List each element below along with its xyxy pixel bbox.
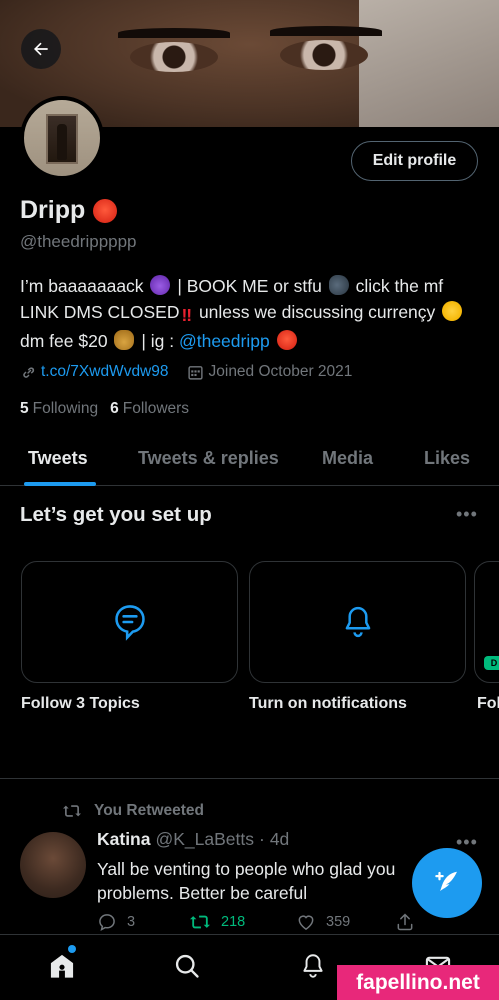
- retweet-icon: [63, 805, 81, 817]
- tweet-actions: 3 218 359: [97, 912, 427, 936]
- follow-topics-card[interactable]: [21, 561, 238, 683]
- tab-tweets[interactable]: Tweets: [28, 432, 88, 485]
- compose-tweet-button[interactable]: [412, 848, 482, 918]
- tweet-author-handle[interactable]: @K_LaBetts: [155, 829, 254, 850]
- display-name: Dripp: [20, 196, 86, 224]
- partial-card-label: Fol: [477, 695, 499, 712]
- calendar-icon: [187, 365, 203, 380]
- speaking-head-emoji-icon: [328, 275, 349, 295]
- profile-website-link[interactable]: t.co/7XwdWvdw98: [41, 363, 169, 381]
- profile-bio: I’m baaaaaaack | BOOK ME or stfu click t…: [20, 273, 482, 354]
- follow-topics-label: Follow 3 Topics: [21, 695, 140, 712]
- section-divider: [0, 778, 499, 779]
- notifications-icon: [303, 954, 323, 978]
- notifications-card-label: Turn on notifications: [249, 695, 407, 712]
- reply-icon: [99, 914, 115, 931]
- tab-tweets-and-replies[interactable]: Tweets & replies: [138, 432, 279, 485]
- nav-search[interactable]: [170, 949, 204, 983]
- profile-handle: @theedrippppp: [20, 232, 137, 251]
- notifications-card[interactable]: [249, 561, 466, 683]
- search-icon: [175, 954, 199, 978]
- retweet-context: You Retweeted: [62, 802, 204, 820]
- compose-feather-icon: [435, 871, 457, 893]
- like-button[interactable]: 359: [296, 912, 350, 932]
- double-exclamation-emoji-icon: ‼: [181, 305, 193, 325]
- link-icon: [23, 366, 35, 378]
- bio-ig-mention-link[interactable]: @theedripp: [179, 331, 270, 351]
- hot-face-emoji-icon: [93, 198, 118, 223]
- arrow-left-icon: [34, 42, 48, 56]
- tweet-author-name[interactable]: Katina: [97, 829, 150, 850]
- heart-icon: [298, 915, 314, 930]
- profile-tabs: Tweets Tweets & replies Media Likes: [0, 432, 499, 486]
- tweet-separator: ·: [259, 829, 265, 849]
- eye-roll-emoji-icon: [442, 301, 463, 321]
- tweet-time: 4d: [269, 829, 290, 849]
- partial-card-badge: D: [484, 656, 499, 670]
- home-icon: [50, 954, 74, 978]
- retweet-button[interactable]: 218: [189, 912, 245, 932]
- share-icon: [397, 913, 413, 931]
- following-link[interactable]: 5 Following: [20, 400, 98, 418]
- nav-home[interactable]: [45, 949, 79, 983]
- active-tab-indicator: [24, 482, 96, 486]
- topics-icon: [114, 605, 145, 641]
- hot-face-emoji-icon: [276, 330, 297, 350]
- money-bag-emoji-icon: [114, 330, 135, 350]
- retweet-icon: [190, 915, 210, 929]
- joined-date: Joined October 2021: [208, 363, 353, 380]
- tab-media[interactable]: Media: [322, 432, 373, 485]
- reply-button[interactable]: 3: [97, 912, 135, 932]
- tweet-text: Yall be venting to people who glad you p…: [97, 859, 396, 903]
- watermark: fapellino.net: [337, 965, 499, 1000]
- smiling-devil-emoji-icon: [150, 275, 171, 295]
- tweet-author-avatar[interactable]: [20, 832, 86, 898]
- nav-notifications[interactable]: [296, 949, 330, 983]
- followers-link[interactable]: 6 Followers: [110, 400, 189, 418]
- setup-section-title: Let’s get you set up: [20, 503, 212, 526]
- profile-avatar[interactable]: [20, 96, 104, 180]
- share-button[interactable]: [395, 912, 415, 932]
- back-button[interactable]: [21, 29, 61, 69]
- edit-profile-button[interactable]: Edit profile: [351, 141, 478, 181]
- setup-more-button[interactable]: •••: [456, 504, 478, 525]
- tweet-header: Katina @K_LaBetts · 4d: [97, 829, 289, 850]
- bell-icon: [345, 606, 370, 638]
- home-new-indicator: [68, 945, 76, 953]
- tab-likes[interactable]: Likes: [424, 432, 470, 485]
